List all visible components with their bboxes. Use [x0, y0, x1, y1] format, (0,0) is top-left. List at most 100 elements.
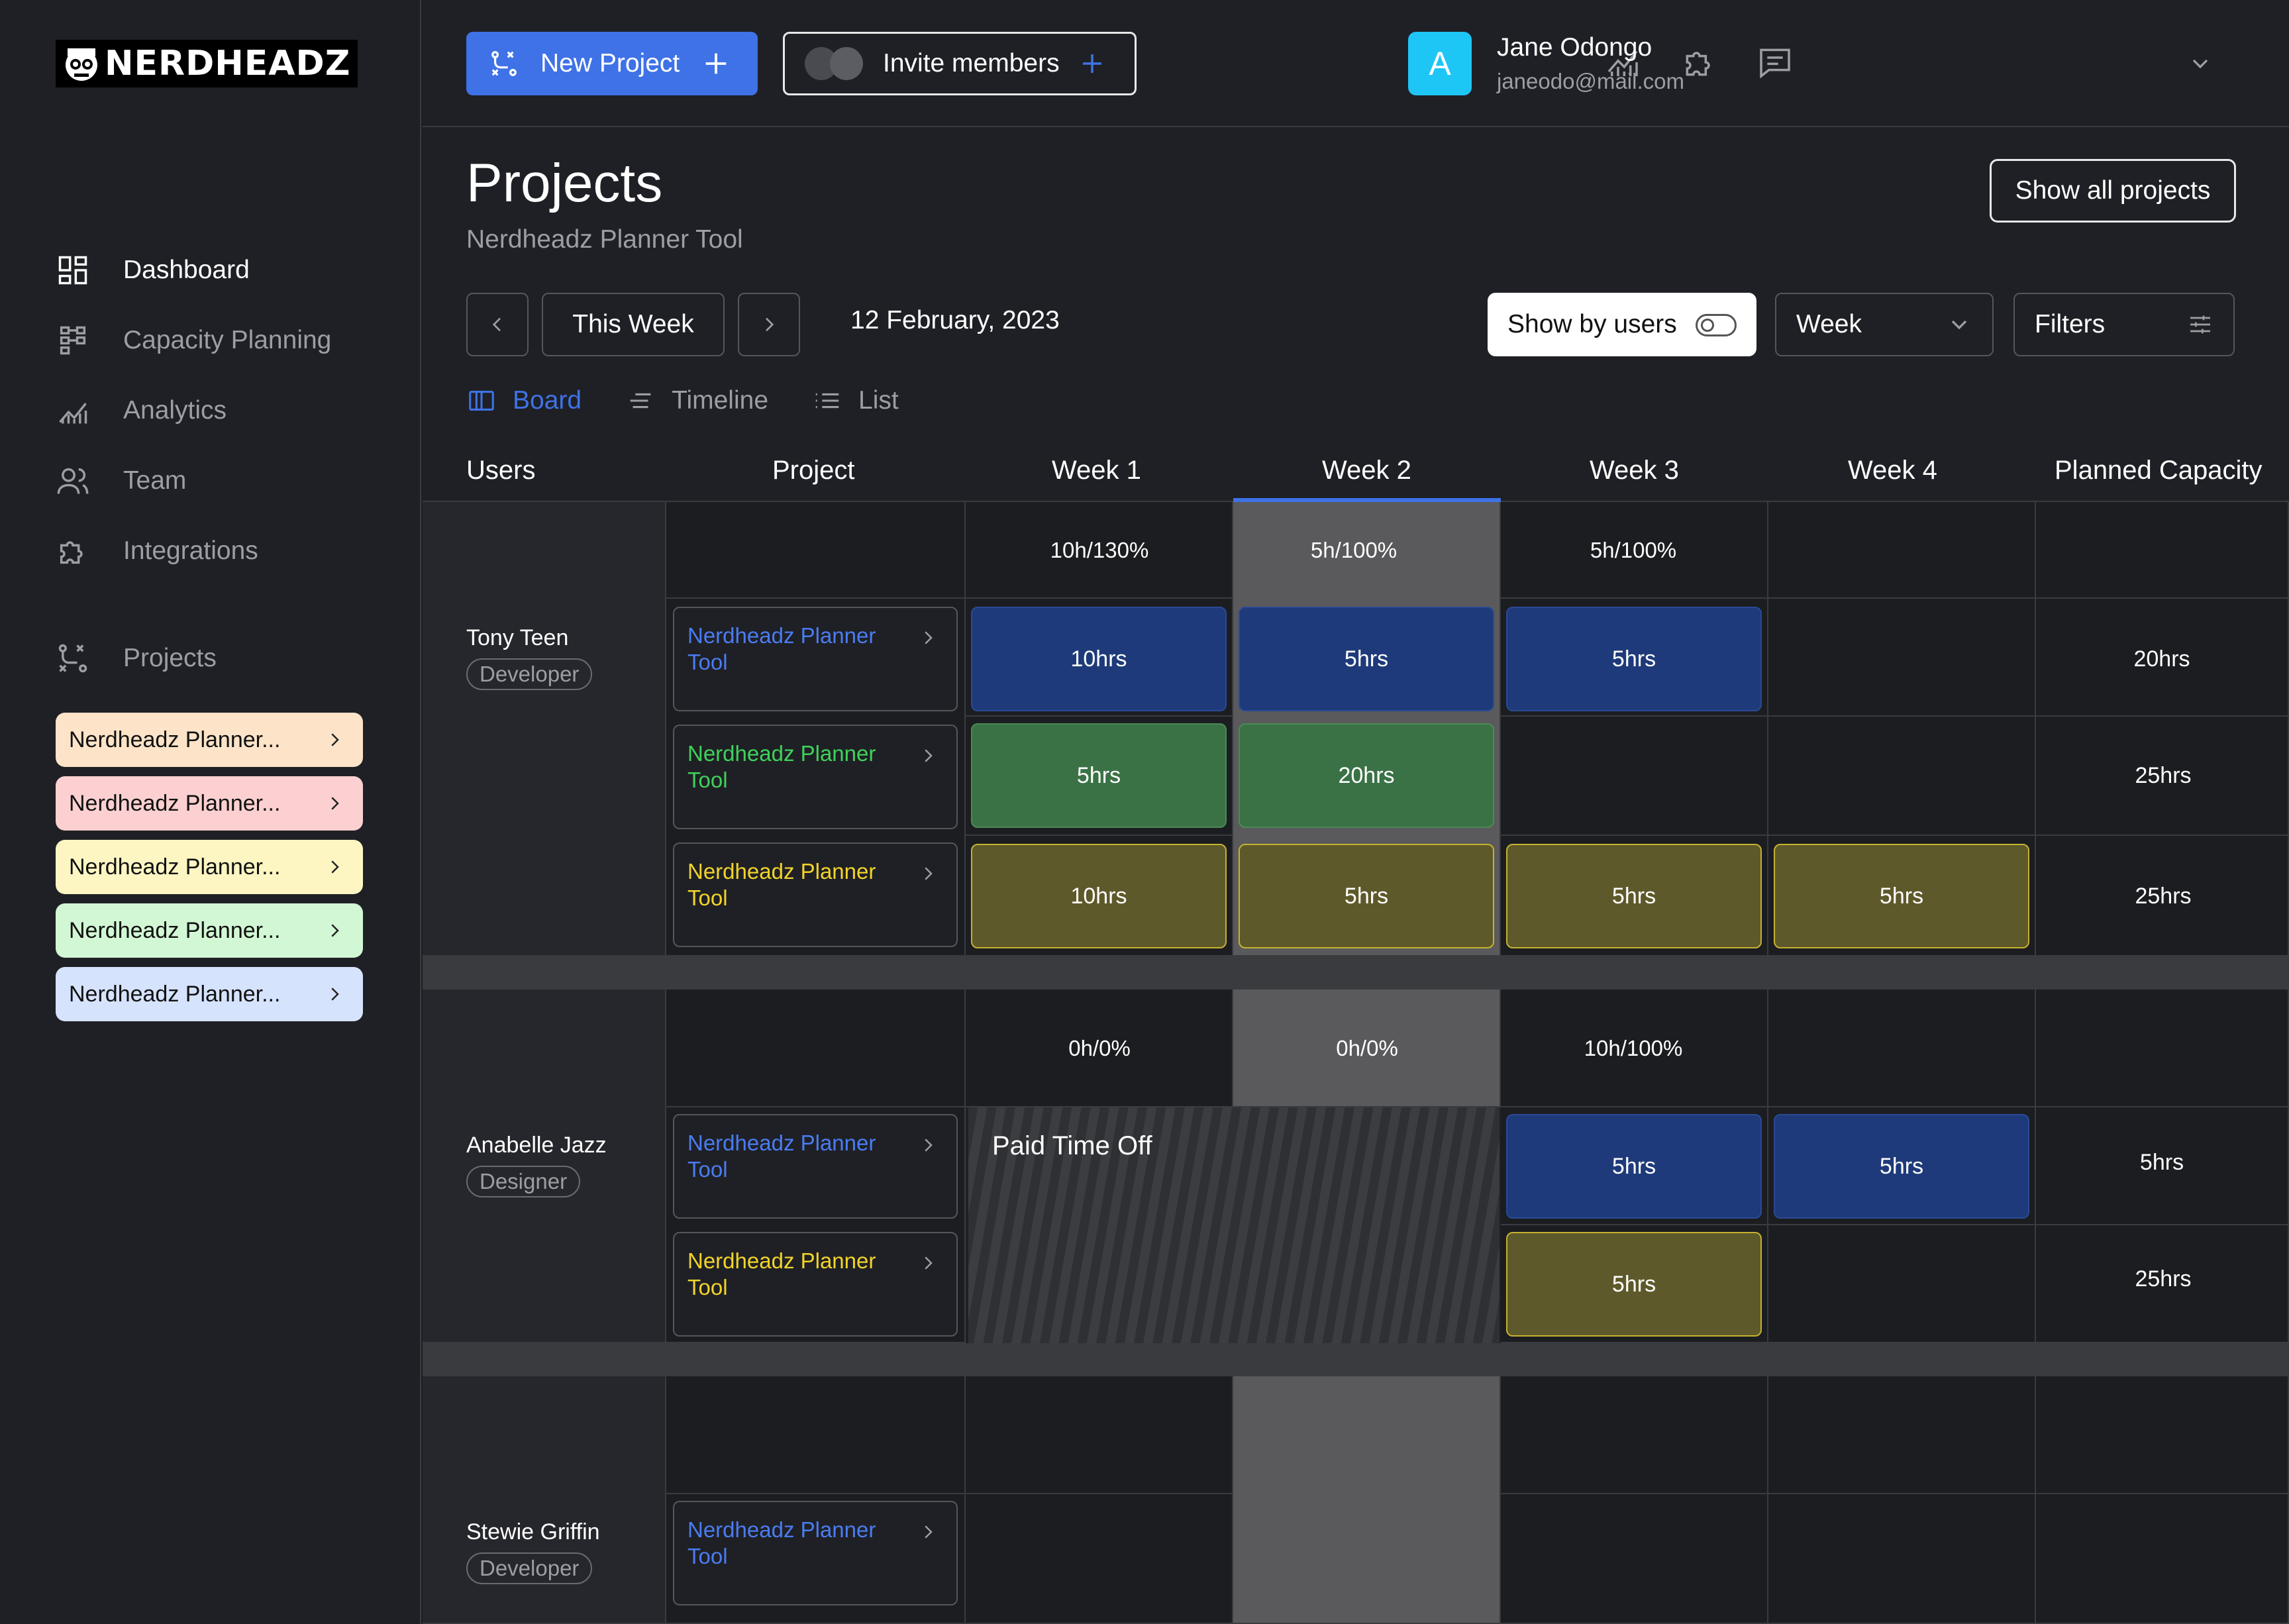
- sidebar-item-dashboard[interactable]: Dashboard: [56, 235, 331, 305]
- chevron-down-icon: [1951, 320, 1967, 330]
- workflow-icon: [491, 51, 517, 76]
- sidebar-project-item[interactable]: Nerdheadz Planner...: [56, 903, 363, 958]
- allocation-block[interactable]: 5hrs: [1506, 1114, 1762, 1219]
- project-card[interactable]: Nerdheadz Planner Tool: [673, 842, 958, 947]
- user-cell: [423, 1376, 666, 1624]
- sidebar-project-item[interactable]: Nerdheadz Planner...: [56, 967, 363, 1021]
- allocation-block[interactable]: 10hrs: [971, 607, 1227, 711]
- tab-label: Board: [513, 386, 582, 415]
- user-avatar[interactable]: A: [1408, 32, 1472, 95]
- sidebar-item-capacity-planning[interactable]: Capacity Planning: [56, 305, 331, 376]
- sliders-icon: [2190, 315, 2210, 334]
- tab-board[interactable]: Board: [466, 385, 582, 416]
- planned-capacity: 25hrs: [2135, 1266, 2192, 1292]
- summary-cell: [1768, 990, 2036, 1107]
- page-subtitle: Nerdheadz Planner Tool: [466, 225, 743, 254]
- project-card[interactable]: Nerdheadz Planner Tool: [673, 1232, 958, 1337]
- tab-label: List: [858, 386, 899, 415]
- sidebar-item-label: Analytics: [123, 396, 227, 425]
- grid-cell: [966, 1494, 1233, 1624]
- summary-cell: [666, 1376, 966, 1494]
- column-header-week-2[interactable]: Week 2: [1322, 450, 1411, 490]
- project-item-label: Nerdheadz Planner...: [69, 981, 281, 1007]
- sidebar-nav: Dashboard Capacity Planning Analytics Te…: [56, 235, 331, 586]
- tab-timeline[interactable]: Timeline: [625, 385, 768, 416]
- allocation-block[interactable]: 5hrs: [1774, 1114, 2029, 1219]
- allocation-block[interactable]: 5hrs: [1506, 1232, 1762, 1337]
- sidebar-project-item[interactable]: Nerdheadz Planner...: [56, 713, 363, 767]
- brand-name: NERDHEADZ: [105, 44, 351, 83]
- group-separator: [423, 956, 2289, 990]
- toggle-switch[interactable]: [1696, 314, 1737, 336]
- next-week-button[interactable]: [738, 293, 800, 356]
- summary-cell: [2036, 1376, 2289, 1494]
- column-header-users: Users: [466, 455, 536, 485]
- project-card[interactable]: Nerdheadz Planner Tool: [673, 725, 958, 829]
- column-header-week-1[interactable]: Week 1: [1052, 450, 1141, 490]
- sidebar-project-item[interactable]: Nerdheadz Planner...: [56, 776, 363, 831]
- user-cell: [423, 502, 666, 956]
- column-header-week-4[interactable]: Week 4: [1848, 450, 1937, 490]
- project-card-label: Nerdheadz Planner Tool: [687, 859, 876, 910]
- show-by-users-toggle[interactable]: Show by users: [1488, 293, 1756, 356]
- new-project-button[interactable]: New Project: [466, 32, 758, 95]
- role-badge: Developer: [466, 658, 593, 690]
- chevron-down-icon[interactable]: [2187, 50, 2213, 77]
- tab-list[interactable]: List: [812, 385, 899, 416]
- chevron-right-icon: [925, 867, 933, 880]
- chevron-right-icon: [331, 924, 339, 937]
- user-name[interactable]: Anabelle Jazz: [466, 1133, 607, 1158]
- summary-cell: [666, 502, 966, 599]
- brand-logo[interactable]: NERDHEADZ: [56, 40, 358, 87]
- chevron-right-icon: [925, 749, 933, 762]
- puzzle-icon: [60, 541, 83, 564]
- group-separator: [423, 1343, 2289, 1376]
- previous-week-button[interactable]: [466, 293, 529, 356]
- puzzle-icon[interactable]: [1681, 44, 1718, 81]
- allocation-block[interactable]: 5hrs: [971, 723, 1227, 828]
- allocation-block[interactable]: 5hrs: [1239, 607, 1494, 711]
- invite-members-button[interactable]: Invite members: [783, 32, 1137, 95]
- summary-cell: [666, 990, 966, 1107]
- allocation-block[interactable]: 5hrs: [1506, 844, 1762, 948]
- grid-cell: [1768, 717, 2036, 836]
- planned-capacity: 25hrs: [2135, 884, 2192, 909]
- allocation-block[interactable]: 10hrs: [971, 844, 1227, 948]
- sidebar: NERDHEADZ Dashboard Capacity Planning An…: [0, 0, 421, 1624]
- project-item-label: Nerdheadz Planner...: [69, 917, 281, 943]
- sidebar-item-team[interactable]: Team: [56, 446, 331, 516]
- project-card[interactable]: Nerdheadz Planner Tool: [673, 1114, 958, 1219]
- sidebar-item-integrations[interactable]: Integrations: [56, 516, 331, 586]
- user-name[interactable]: Stewie Griffin: [466, 1519, 600, 1545]
- new-project-label: New Project: [540, 49, 680, 77]
- summary-cell: [1768, 1376, 2036, 1494]
- filters-button[interactable]: Filters: [2013, 293, 2235, 356]
- allocation-block[interactable]: 5hrs: [1239, 844, 1494, 948]
- week-1-summary: 10h/130%: [1050, 538, 1149, 562]
- user-name: Jane Odongo: [1497, 33, 1653, 62]
- project-card-label: Nerdheadz Planner Tool: [687, 623, 876, 674]
- projects-label: Projects: [123, 644, 217, 672]
- allocation-block[interactable]: 20hrs: [1239, 723, 1494, 828]
- filters-label: Filters: [2035, 310, 2106, 338]
- show-all-projects-button[interactable]: Show all projects: [1990, 159, 2236, 223]
- user-name[interactable]: Tony Teen: [466, 625, 568, 651]
- sidebar-project-item[interactable]: Nerdheadz Planner...: [56, 840, 363, 894]
- week-2-summary: 5h/100%: [1310, 538, 1398, 562]
- sidebar-item-analytics[interactable]: Analytics: [56, 376, 331, 446]
- planned-capacity: 20hrs: [2133, 646, 2190, 672]
- sidebar-projects-heading[interactable]: Projects: [56, 641, 217, 676]
- chat-icon[interactable]: [1756, 44, 1794, 81]
- period-select[interactable]: Week: [1775, 293, 1994, 356]
- topbar: New Project Invite members A Jane Odongo…: [423, 0, 2289, 127]
- allocation-block[interactable]: 5hrs: [1506, 607, 1762, 711]
- project-card[interactable]: Nerdheadz Planner Tool: [673, 607, 958, 711]
- chevron-right-icon: [925, 1525, 933, 1539]
- project-card[interactable]: Nerdheadz Planner Tool: [673, 1501, 958, 1605]
- column-header-week-3[interactable]: Week 3: [1590, 450, 1679, 490]
- this-week-button[interactable]: This Week: [542, 293, 725, 356]
- week-2-summary: 0h/0%: [1336, 1036, 1398, 1060]
- grid-cell: [2036, 1494, 2289, 1624]
- allocation-block[interactable]: 5hrs: [1774, 844, 2029, 948]
- role-badge: Developer: [466, 1552, 593, 1584]
